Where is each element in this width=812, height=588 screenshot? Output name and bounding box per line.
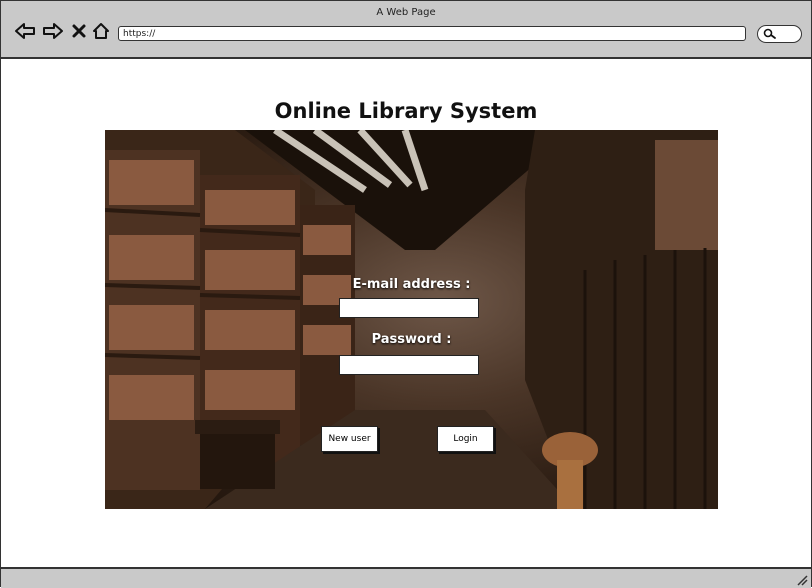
close-icon: [72, 24, 86, 38]
forward-button[interactable]: [41, 19, 65, 43]
back-arrow-icon: [15, 23, 35, 39]
status-bar: [1, 567, 811, 588]
browser-search-button[interactable]: [757, 25, 802, 43]
home-button[interactable]: [89, 19, 113, 43]
password-field[interactable]: [339, 355, 479, 375]
browser-window: A Web Page https:// Online Library Syste…: [0, 0, 812, 588]
back-button[interactable]: [13, 19, 37, 43]
forward-arrow-icon: [43, 23, 63, 39]
email-field[interactable]: [339, 298, 479, 318]
new-user-button[interactable]: New user: [321, 426, 378, 452]
library-photo: [105, 130, 718, 509]
page-content: Online Library System E-mail address: P…: [1, 59, 811, 567]
email-label: E-mail address :: [352, 277, 471, 292]
login-button[interactable]: Login: [437, 426, 494, 452]
library-background-image: E-mail address : Password : New user Log…: [105, 130, 718, 509]
home-icon: [93, 23, 109, 39]
resize-handle-icon[interactable]: [796, 574, 808, 586]
password-label: Password :: [371, 332, 452, 347]
search-icon: [763, 28, 776, 39]
stop-button[interactable]: [67, 19, 91, 43]
browser-toolbar: A Web Page https://: [1, 1, 811, 59]
page-title: Online Library System: [274, 99, 538, 123]
url-bar[interactable]: https://: [118, 26, 746, 41]
window-title: A Web Page: [376, 7, 436, 18]
